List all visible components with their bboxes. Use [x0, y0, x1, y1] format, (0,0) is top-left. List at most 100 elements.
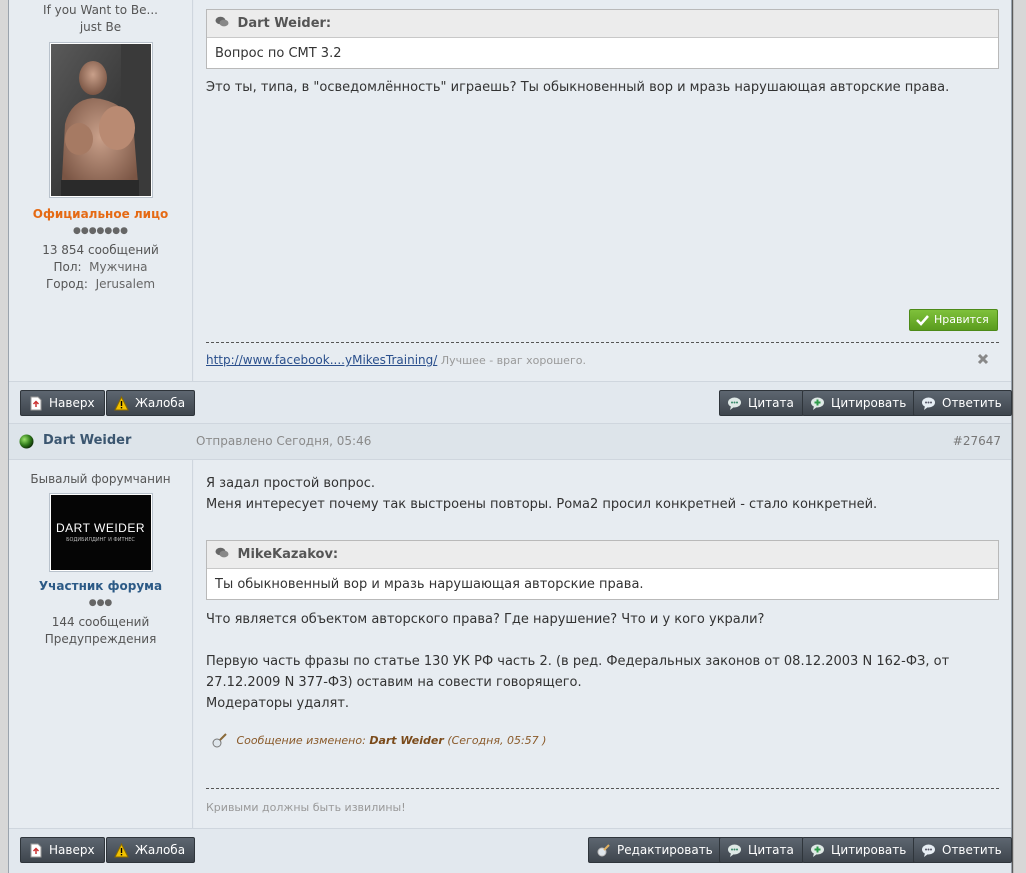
avatar-image: DART WEIDER БОДИБИЛДИНГ И ФИТНЕС [50, 495, 151, 570]
city-field: Город: Jerusalem [9, 276, 192, 293]
post-date: Отправлено Сегодня, 05:46 [196, 434, 372, 448]
report-button[interactable]: Жалоба [106, 837, 196, 863]
signature-text: Кривыми должны быть извилины! [206, 801, 406, 814]
edit-notice: Сообщение изменено: Dart Weider (Сегодня… [211, 732, 546, 748]
post-line: Первую часть фразы по статье 130 УК РФ ч… [206, 654, 950, 669]
top-button-label: Наверх [49, 396, 95, 410]
rank-pips: ●●●●●●● [73, 226, 128, 236]
city-label: Город: [45, 277, 88, 291]
top-button-label: Наверх [49, 843, 95, 857]
edit-time: (Сегодня, 05:57 ) [447, 734, 547, 747]
reply-button-label: Ответить [942, 396, 1002, 410]
avatar-logo-subtext: БОДИБИЛДИНГ И ФИТНЕС [66, 537, 135, 543]
user-title: If you Want to Be... just Be [43, 3, 158, 34]
avatar[interactable] [48, 42, 153, 198]
warnings-link[interactable]: Предупреждения [9, 631, 192, 648]
quote-author[interactable]: Dart Weider: [238, 16, 332, 31]
page-up-icon [30, 396, 42, 411]
quote-header: MikeKazakov: [207, 541, 998, 569]
quote-text: Вопрос по СМТ 3.2 [215, 46, 342, 61]
multiquote-icon [811, 397, 824, 410]
quote-button-label: Цитата [748, 396, 794, 410]
edit-button[interactable]: Редактировать [588, 837, 723, 863]
multiquote-button-label: Цитировать [831, 843, 907, 857]
user-rank: Участник форума [38, 579, 163, 593]
quote-button-label: Цитата [748, 843, 794, 857]
reply-button[interactable]: Ответить [913, 390, 1012, 416]
multiquote-button-label: Цитировать [831, 396, 907, 410]
signature-text: Лучшее - враг хорошего. [440, 354, 586, 367]
edit-prefix: Сообщение изменено: [236, 734, 366, 747]
quote-bubble-icon [728, 397, 741, 410]
gender-label: Пол: [53, 260, 82, 274]
multiquote-icon [811, 844, 824, 857]
reply-button[interactable]: Ответить [913, 837, 1012, 863]
post-author-name[interactable]: Dart Weider [43, 433, 131, 448]
quote-block: MikeKazakov: Ты обыкновенный вор и мразь… [206, 540, 999, 600]
signature: http://www.facebook....yMikesTraining/ Л… [206, 353, 586, 367]
quote-header: Dart Weider: [207, 10, 998, 38]
online-status-icon [19, 434, 34, 449]
avatar[interactable]: DART WEIDER БОДИБИЛДИНГ И ФИТНЕС [48, 493, 153, 572]
signature-divider [206, 788, 999, 789]
post-body: Это ты, типа, в "осведомлённость" играеш… [206, 80, 950, 95]
report-button[interactable]: Жалоба [106, 390, 196, 416]
post-actions-bar: Наверх Жалоба Цитата Цитировать Ответить [9, 381, 1012, 423]
post-line: Я задал простой вопрос. [206, 476, 375, 491]
report-button-label: Жалоба [135, 843, 186, 857]
top-button[interactable]: Наверх [20, 837, 105, 863]
post-number-link[interactable]: #27647 [953, 434, 1001, 448]
edit-magnifier-icon [597, 844, 610, 857]
post-content: Я задал простой вопрос. Меня интересует … [194, 460, 1011, 828]
like-label: Нравится [934, 313, 989, 326]
top-button[interactable]: Наверх [20, 390, 105, 416]
warning-icon [114, 843, 129, 858]
report-button-label: Жалоба [135, 396, 186, 410]
quote-block: Dart Weider: Вопрос по СМТ 3.2 [206, 9, 999, 69]
city-value: Jerusalem [95, 277, 156, 291]
edit-magnifier-icon [212, 733, 227, 748]
warning-icon [114, 396, 129, 411]
checkmark-icon [916, 315, 929, 326]
forum-topic-container: If you Want to Be... just Be Официальное… [8, 0, 1012, 873]
left-gutter [0, 0, 8, 873]
quote-author[interactable]: MikeKazakov: [238, 547, 339, 562]
reply-bubble-icon [922, 397, 935, 410]
quote-button[interactable]: Цитата [719, 837, 804, 863]
user-title: Бывалый форумчанин [30, 472, 171, 486]
post-body-after-quote: Что является объектом авторского права? … [206, 612, 765, 627]
post-actions-bar: Наверх Жалоба Редактировать Цитата Цитир… [9, 828, 1012, 873]
post-content: Dart Weider: Вопрос по СМТ 3.2 Это ты, т… [194, 0, 1011, 381]
rank-pips: ●●● [88, 598, 113, 608]
like-button[interactable]: Нравится [909, 309, 998, 331]
posts-count: 144 сообщений [51, 615, 150, 629]
post-body-paragraph: Первую часть фразы по статье 130 УК РФ ч… [206, 651, 949, 714]
gender-value: Мужчина [89, 260, 148, 274]
close-icon[interactable] [977, 353, 989, 365]
quote-button[interactable]: Цитата [719, 390, 804, 416]
multiquote-button[interactable]: Цитировать [802, 837, 917, 863]
author-sidebar: Бывалый форумчанин DART WEIDER БОДИБИЛДИ… [9, 460, 193, 828]
author-sidebar: If you Want to Be... just Be Официальное… [9, 0, 193, 381]
quote-text: Ты обыкновенный вор и мразь нарушающая а… [215, 577, 644, 592]
avatar-logo-text: DART WEIDER [55, 521, 146, 535]
multiquote-button[interactable]: Цитировать [802, 390, 917, 416]
signature-link[interactable]: http://www.facebook....yMikesTraining/ [206, 353, 437, 367]
reply-bubble-icon [922, 844, 935, 857]
reply-button-label: Ответить [942, 843, 1002, 857]
avatar-image [50, 44, 151, 196]
signature-divider [206, 342, 999, 343]
post-line: Меня интересует почему так выстроены пов… [206, 497, 878, 512]
edit-author: Dart Weider [369, 734, 444, 747]
posts-count: 13 854 сообщений [42, 243, 159, 257]
speech-bubble-icon [215, 16, 229, 27]
user-rank: Официальное лицо [32, 207, 169, 221]
post-line: Модераторы удалят. [206, 696, 350, 711]
scrollbar-track[interactable] [1013, 0, 1026, 873]
quote-bubble-icon [728, 844, 741, 857]
post-header: Dart Weider Отправлено Сегодня, 05:46 #2… [9, 423, 1011, 460]
post-line: 27.12.2009 N 377-ФЗ) оставим на совести … [206, 675, 582, 690]
post-body-intro: Я задал простой вопрос. Меня интересует … [206, 473, 877, 515]
speech-bubble-icon [215, 547, 229, 558]
edit-button-label: Редактировать [617, 843, 713, 857]
